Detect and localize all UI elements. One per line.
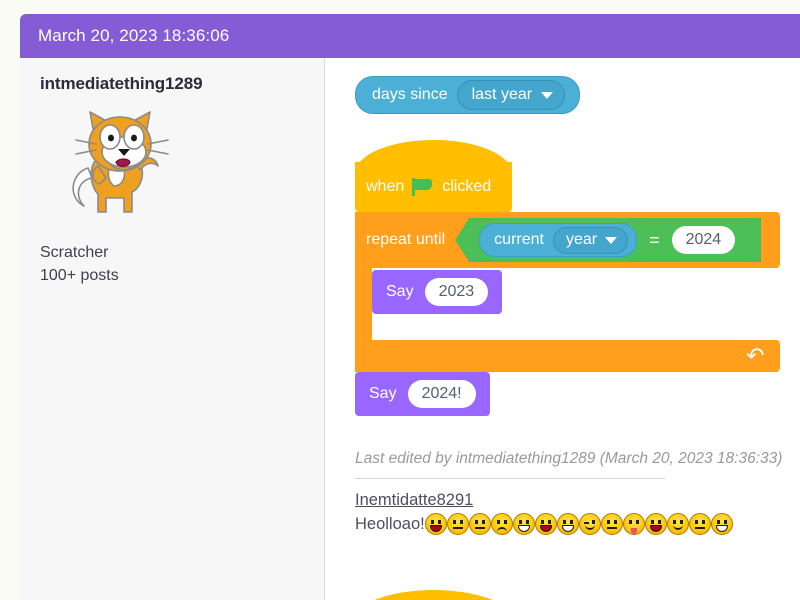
forum-post-card: March 20, 2023 18:36:06 intmediatething1… bbox=[20, 14, 800, 600]
repeat-until-header[interactable]: repeat until current year = 2024 bbox=[355, 212, 780, 268]
say-inside-input[interactable]: 2023 bbox=[424, 278, 489, 306]
current-dropdown-value: year bbox=[565, 231, 598, 248]
repeat-until-label: repeat until bbox=[366, 231, 446, 248]
clicked-label: clicked bbox=[442, 178, 492, 195]
block-say-after[interactable]: Say 2024! bbox=[355, 372, 490, 416]
c-block-contents: Say 2023 bbox=[372, 268, 503, 340]
divider bbox=[355, 478, 665, 479]
days-since-dropdown[interactable]: last year bbox=[456, 80, 566, 110]
author-meta: Scratcher 100+ posts bbox=[40, 242, 304, 287]
equals-sign: = bbox=[649, 229, 660, 250]
smiley-wink-icon bbox=[578, 513, 601, 535]
author-rank: Scratcher bbox=[40, 244, 109, 261]
emoji-row bbox=[424, 513, 733, 535]
smiley-neutral-3-icon bbox=[600, 513, 623, 535]
block-equals-operator[interactable]: current year = 2024 bbox=[455, 218, 762, 262]
days-since-label: days since bbox=[372, 86, 448, 103]
scratch-cat-avatar[interactable] bbox=[54, 100, 184, 230]
post-content: days since last year when clicked repeat… bbox=[325, 58, 800, 600]
green-flag-icon bbox=[412, 178, 434, 196]
compare-value-input[interactable]: 2024 bbox=[671, 226, 736, 254]
block-say-inside[interactable]: Say 2023 bbox=[372, 270, 503, 314]
block-when-flag-clicked[interactable]: when clicked bbox=[355, 140, 512, 212]
smiley-grin-red-3-icon bbox=[644, 513, 667, 535]
smiley-open-white-2-icon bbox=[710, 513, 733, 535]
repeat-until-mouth: Say 2023 bbox=[355, 268, 780, 340]
smiley-grin-red-icon bbox=[424, 513, 447, 535]
say-after-label: Say bbox=[369, 385, 397, 402]
block-days-since[interactable]: days since last year bbox=[355, 76, 800, 114]
scratch-script: when clicked repeat until current year =… bbox=[355, 140, 800, 416]
block-when-flag-clicked-clipped[interactable] bbox=[355, 590, 512, 600]
smiley-neutral-4-icon bbox=[688, 513, 711, 535]
current-label: current bbox=[494, 231, 544, 248]
post-timestamp: March 20, 2023 18:36:06 bbox=[38, 26, 230, 45]
quote-text: Heolloao! bbox=[355, 514, 425, 533]
author-post-count: 100+ posts bbox=[40, 266, 119, 284]
author-username[interactable]: intmediatething1289 bbox=[40, 74, 304, 94]
smiley-open-big-icon bbox=[556, 513, 579, 535]
days-since-dropdown-value: last year bbox=[471, 86, 533, 103]
repeat-until-footer: ↷ bbox=[355, 340, 780, 372]
current-dropdown[interactable]: year bbox=[552, 226, 629, 254]
say-inside-label: Say bbox=[386, 283, 414, 300]
smiley-tongue-icon bbox=[622, 513, 645, 535]
c-block-spine bbox=[355, 268, 372, 340]
quote-body: Heolloao! bbox=[355, 513, 800, 535]
smiley-frown-icon bbox=[490, 513, 513, 535]
post-body: intmediatething1289 Scratcher 100+ posts… bbox=[20, 58, 800, 600]
smiley-open-white-icon bbox=[512, 513, 535, 535]
smiley-grin-red-2-icon bbox=[534, 513, 557, 535]
when-label: when bbox=[366, 178, 405, 195]
block-repeat-until[interactable]: repeat until current year = 2024 Say 202… bbox=[355, 212, 780, 372]
last-edited-note: Last edited by intmediatething1289 (Marc… bbox=[355, 450, 783, 467]
post-header: March 20, 2023 18:36:06 bbox=[20, 14, 800, 58]
smiley-neutral-2-icon bbox=[468, 513, 491, 535]
loop-arrow-icon: ↷ bbox=[745, 343, 764, 368]
block-current-year[interactable]: current year bbox=[479, 223, 638, 257]
say-after-input[interactable]: 2024! bbox=[407, 380, 476, 408]
chevron-down-icon bbox=[541, 91, 554, 99]
forum-post-page: March 20, 2023 18:36:06 intmediatething1… bbox=[0, 0, 800, 600]
smiley-smile-icon bbox=[666, 513, 689, 535]
post-author-sidebar: intmediatething1289 Scratcher 100+ posts bbox=[20, 58, 325, 600]
smiley-neutral-icon bbox=[446, 513, 469, 535]
quoted-author-link[interactable]: Inemtidatte8291 bbox=[355, 491, 800, 510]
chevron-down-icon bbox=[605, 236, 618, 244]
